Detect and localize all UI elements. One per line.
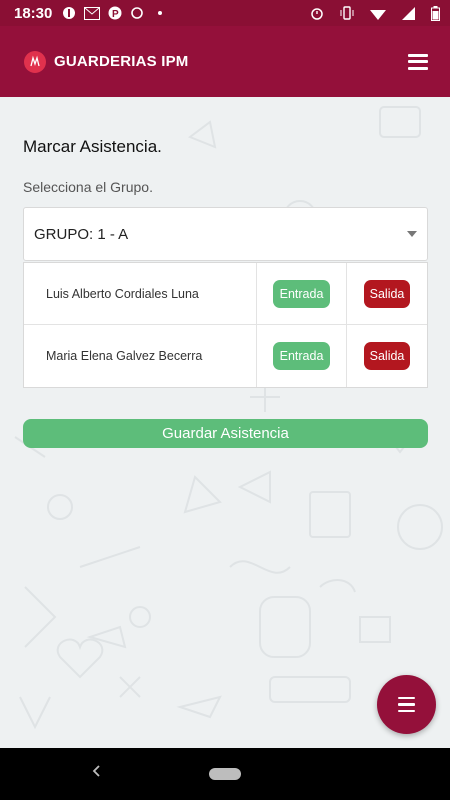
menu-icon-bar — [398, 709, 415, 713]
table-row: Maria Elena Galvez Becerra Entrada Salid… — [24, 325, 427, 387]
save-attendance-button[interactable]: Guardar Asistencia — [23, 419, 428, 448]
entrada-cell: Entrada — [257, 325, 347, 387]
page-title: Marcar Asistencia. — [23, 137, 162, 156]
student-name: Luis Alberto Cordiales Luna — [24, 263, 257, 324]
attendance-table: Luis Alberto Cordiales Luna Entrada Sali… — [23, 262, 428, 388]
signal-icon — [402, 6, 415, 20]
menu-icon-bar — [398, 703, 415, 706]
notification-dot — [158, 11, 163, 15]
student-name: Maria Elena Galvez Becerra — [24, 325, 257, 387]
group-prompt: Selecciona el Grupo. — [23, 179, 153, 195]
status-bar: 18:30 P — [0, 0, 450, 26]
app-brand: GUARDERIAS IPM — [54, 53, 189, 70]
salida-button[interactable]: Salida — [363, 279, 411, 308]
hamburger-menu-icon[interactable] — [408, 53, 428, 70]
status-time: 18:30 — [14, 4, 53, 22]
ipm-logo-icon — [24, 50, 46, 73]
system-nav-bar — [0, 748, 450, 800]
home-pill-icon[interactable] — [209, 768, 241, 780]
battery-icon — [431, 5, 440, 21]
svg-text:P: P — [112, 9, 119, 20]
salida-button[interactable]: Salida — [363, 342, 411, 370]
mail-icon — [84, 6, 101, 20]
group-select-value: GRUPO: 1 - A — [34, 225, 129, 243]
table-row: Luis Alberto Cordiales Luna Entrada Sali… — [24, 263, 427, 325]
parking-icon: P — [108, 6, 122, 20]
lamp-icon — [62, 6, 76, 20]
dropdown-caret-icon — [407, 231, 417, 237]
entrada-cell: Entrada — [257, 263, 347, 324]
salida-cell: Salida — [347, 263, 427, 324]
wifi-icon — [370, 7, 386, 20]
fab-menu-button[interactable] — [377, 675, 436, 734]
sync-icon — [130, 6, 144, 20]
entrada-button[interactable]: Entrada — [272, 279, 331, 308]
entrada-button[interactable]: Entrada — [272, 342, 331, 370]
back-icon[interactable] — [90, 764, 104, 783]
alarm-icon — [310, 6, 324, 20]
group-select[interactable]: GRUPO: 1 - A — [23, 207, 428, 261]
app-bar: GUARDERIAS IPM — [0, 26, 450, 97]
main-content: Marcar Asistencia. Selecciona el Grupo. … — [23, 97, 428, 448]
vibrate-icon — [340, 6, 354, 20]
salida-cell: Salida — [347, 325, 427, 387]
menu-icon — [398, 696, 415, 700]
